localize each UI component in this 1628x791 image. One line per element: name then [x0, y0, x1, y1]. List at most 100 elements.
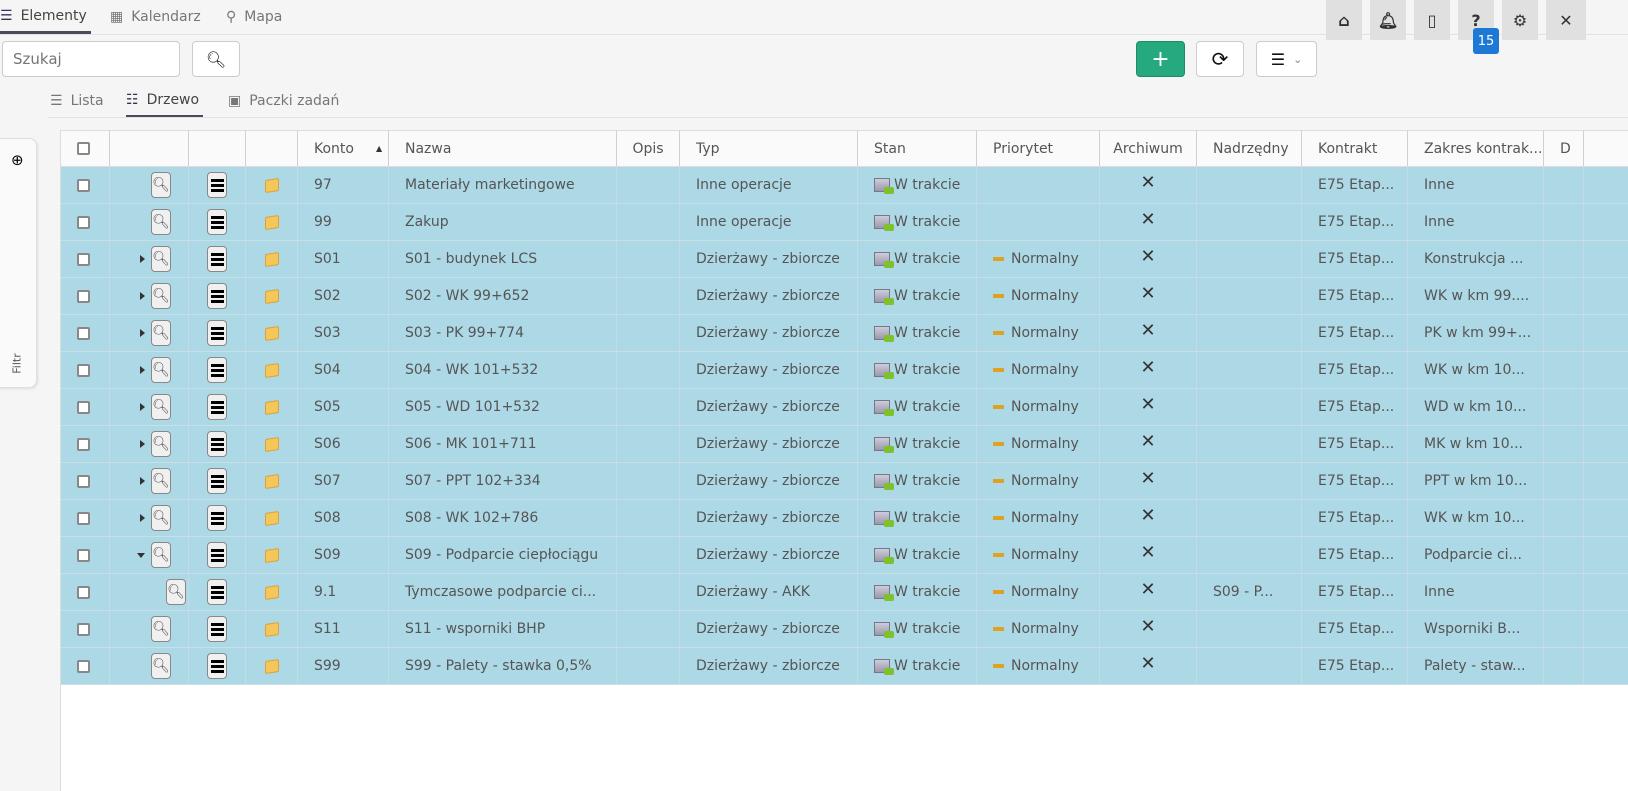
add-button[interactable]: +: [1136, 41, 1185, 77]
preview-button[interactable]: 🔍︎: [151, 320, 171, 346]
row-menu-button[interactable]: [207, 616, 227, 642]
close-button[interactable]: ✕: [1546, 0, 1586, 40]
expand-arrow-icon[interactable]: [140, 403, 145, 411]
preview-button[interactable]: 🔍︎: [151, 209, 171, 235]
tab-mapa[interactable]: ⚲ Mapa: [226, 0, 282, 34]
column-header-nadrzedny[interactable]: Nadrzędny: [1197, 131, 1302, 166]
row-checkbox[interactable]: [77, 585, 90, 599]
in-progress-icon: [874, 178, 894, 194]
row-menu-button[interactable]: [207, 431, 227, 457]
table-row[interactable]: 🔍︎ S07 S07 - PPT 102+334 Dzierżawy - zbiorc…: [61, 463, 1628, 500]
preview-button[interactable]: 🔍︎: [151, 283, 171, 309]
column-header-priorytet[interactable]: Priorytet: [977, 131, 1100, 166]
preview-button[interactable]: 🔍︎: [151, 468, 171, 494]
preview-button[interactable]: 🔍︎: [151, 357, 171, 383]
table-row[interactable]: 🔍︎ 97 Materiały marketingowe Inne operacje W…: [61, 167, 1628, 204]
search-input[interactable]: [2, 41, 180, 77]
row-checkbox[interactable]: [77, 659, 90, 673]
preview-button[interactable]: 🔍︎: [151, 394, 171, 420]
table-row[interactable]: 🔍︎ S11 S11 - wsporniki BHP Dzierżawy - zbio…: [61, 611, 1628, 648]
expand-arrow-icon[interactable]: [140, 366, 145, 374]
row-menu-button[interactable]: [207, 653, 227, 679]
cell-typ: Inne operacje: [696, 214, 792, 230]
search-button[interactable]: 🔍︎: [192, 41, 240, 77]
row-checkbox[interactable]: [77, 215, 90, 229]
column-header-konto[interactable]: Konto ▲: [298, 131, 389, 166]
row-menu-button[interactable]: [207, 246, 227, 272]
column-header-stan[interactable]: Stan: [858, 131, 977, 166]
expand-arrow-icon[interactable]: [140, 329, 145, 337]
row-checkbox[interactable]: [77, 363, 90, 377]
filter-panel[interactable]: ⊕ Filtr: [0, 138, 37, 388]
table-row[interactable]: 🔍︎ S03 S03 - PK 99+774 Dzierżawy - zbiorcze…: [61, 315, 1628, 352]
preview-button[interactable]: 🔍︎: [151, 431, 171, 457]
table-row[interactable]: 🔍︎ 9.1 Tymczasowe podparcie ci... Dzierżawy…: [61, 574, 1628, 611]
notifications-button[interactable]: 🔔︎: [1370, 0, 1406, 40]
tab-lista[interactable]: ☰ Lista: [50, 84, 104, 118]
collapse-arrow-icon[interactable]: [137, 552, 145, 558]
preview-button[interactable]: 🔍︎: [151, 172, 171, 198]
home-button[interactable]: ⌂: [1326, 0, 1362, 40]
preview-button[interactable]: 🔍︎: [151, 616, 171, 642]
row-checkbox[interactable]: [77, 289, 90, 303]
preview-button[interactable]: 🔍︎: [151, 246, 171, 272]
column-header-kontrakt[interactable]: Kontrakt: [1302, 131, 1408, 166]
mobile-button[interactable]: ▯: [1414, 0, 1450, 40]
select-all-checkbox[interactable]: [77, 142, 90, 155]
row-menu-button[interactable]: [207, 172, 227, 198]
menu-dropdown-button[interactable]: ☰ ⌄: [1256, 41, 1317, 77]
table-row[interactable]: 🔍︎ S01 S01 - budynek LCS Dzierżawy - zbiorc…: [61, 241, 1628, 278]
refresh-button[interactable]: ⟳: [1196, 41, 1244, 77]
table-row[interactable]: 🔍︎ S99 S99 - Palety - stawka 0,5% Dzierżawy…: [61, 648, 1628, 685]
plus-circle-icon[interactable]: ⊕: [11, 151, 24, 169]
column-header-opis[interactable]: Opis: [617, 131, 680, 166]
row-menu-button[interactable]: [207, 505, 227, 531]
row-checkbox[interactable]: [77, 622, 90, 636]
cell-zakres: Inne: [1424, 214, 1455, 230]
row-checkbox[interactable]: [77, 400, 90, 414]
row-menu-button[interactable]: [207, 542, 227, 568]
search-icon: 🔍︎: [152, 436, 170, 452]
column-header-nazwa[interactable]: Nazwa: [389, 131, 617, 166]
table-row[interactable]: 🔍︎ S06 S06 - MK 101+711 Dzierżawy - zbiorcz…: [61, 426, 1628, 463]
hamburger-icon: [210, 511, 224, 525]
row-checkbox[interactable]: [77, 511, 90, 525]
row-checkbox[interactable]: [77, 178, 90, 192]
table-row[interactable]: 🔍︎ S05 S05 - WD 101+532 Dzierżawy - zbiorcz…: [61, 389, 1628, 426]
row-checkbox[interactable]: [77, 548, 90, 562]
expand-arrow-icon[interactable]: [140, 440, 145, 448]
row-menu-button[interactable]: [207, 209, 227, 235]
preview-button[interactable]: 🔍︎: [151, 542, 171, 568]
tab-elementy[interactable]: ☰ Elementy: [0, 0, 91, 34]
preview-button[interactable]: 🔍︎: [166, 579, 186, 605]
expand-arrow-icon[interactable]: [140, 292, 145, 300]
row-menu-button[interactable]: [207, 468, 227, 494]
row-menu-button[interactable]: [207, 283, 227, 309]
row-checkbox[interactable]: [77, 326, 90, 340]
table-row[interactable]: 🔍︎ S08 S08 - WK 102+786 Dzierżawy - zbiorcz…: [61, 500, 1628, 537]
preview-button[interactable]: 🔍︎: [151, 653, 171, 679]
table-row[interactable]: 🔍︎ S02 S02 - WK 99+652 Dzierżawy - zbiorcze…: [61, 278, 1628, 315]
settings-button[interactable]: ⚙: [1502, 0, 1538, 40]
column-header-zakres[interactable]: Zakres kontrak...: [1408, 131, 1544, 166]
column-header-archiwum[interactable]: Archiwum: [1100, 131, 1197, 166]
table-row[interactable]: 🔍︎ S04 S04 - WK 101+532 Dzierżawy - zbiorcz…: [61, 352, 1628, 389]
expand-arrow-icon[interactable]: [140, 514, 145, 522]
row-checkbox[interactable]: [77, 474, 90, 488]
row-menu-button[interactable]: [207, 579, 227, 605]
column-header-d[interactable]: D: [1544, 131, 1584, 166]
tab-kalendarz[interactable]: ▦ Kalendarz: [110, 0, 201, 34]
expand-arrow-icon[interactable]: [140, 477, 145, 485]
tab-paczki-zadan[interactable]: ▣ Paczki zadań: [228, 84, 339, 118]
preview-button[interactable]: 🔍︎: [151, 505, 171, 531]
expand-arrow-icon[interactable]: [140, 255, 145, 263]
tab-drzewo[interactable]: ☷ Drzewo: [126, 84, 204, 118]
row-checkbox[interactable]: [77, 437, 90, 451]
table-row[interactable]: 🔍︎ 99 Zakup Inne operacje W trakcie ✕ E75 Etap…: [61, 204, 1628, 241]
table-row[interactable]: 🔍︎ S09 S09 - Podparcie ciepłociągu Dzierżaw…: [61, 537, 1628, 574]
row-menu-button[interactable]: [207, 357, 227, 383]
row-menu-button[interactable]: [207, 320, 227, 346]
column-header-typ[interactable]: Typ: [680, 131, 858, 166]
row-menu-button[interactable]: [207, 394, 227, 420]
row-checkbox[interactable]: [77, 252, 90, 266]
